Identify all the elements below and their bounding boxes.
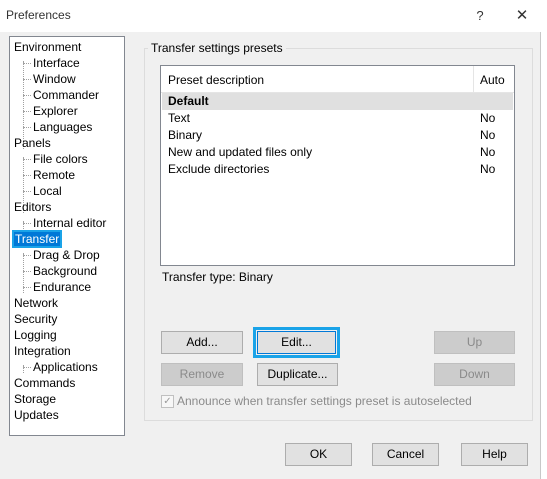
preset-row-new-updated[interactable]: New and updated files only No <box>162 144 513 161</box>
tree-item-applications[interactable]: Applications <box>10 359 98 375</box>
presets-list[interactable]: Preset description Auto Default Text No … <box>160 65 515 266</box>
tree-item-label: Drag & Drop <box>33 248 100 262</box>
cancel-button[interactable]: Cancel <box>372 443 439 466</box>
preset-description: Binary <box>168 128 203 142</box>
tree-item-updates[interactable]: Updates <box>10 407 59 423</box>
tree-item-label: Window <box>33 72 76 86</box>
tree-item-storage[interactable]: Storage <box>10 391 56 407</box>
tree-item-label: Security <box>14 312 58 326</box>
tree-item-window[interactable]: Window <box>10 71 76 87</box>
edit-button[interactable]: Edit... <box>253 327 340 358</box>
tree-item-security[interactable]: Security <box>10 311 57 327</box>
preset-row-default[interactable]: Default <box>162 93 513 110</box>
preset-auto: No <box>480 111 496 125</box>
tree-item-commander[interactable]: Commander <box>10 87 99 103</box>
tree-item-remote[interactable]: Remote <box>10 167 75 183</box>
tree-item-file-colors[interactable]: File colors <box>10 151 88 167</box>
down-button[interactable]: Down <box>434 363 515 386</box>
tree-item-endurance[interactable]: Endurance <box>10 279 91 295</box>
tree-item-label: Panels <box>14 136 51 150</box>
tree-item-label: Background <box>33 264 98 278</box>
tree-item-label: Commands <box>14 376 76 390</box>
preset-row-exclude-directories[interactable]: Exclude directories No <box>162 161 513 178</box>
presets-list-header: Preset description Auto <box>161 66 514 93</box>
tree-item-label: Languages <box>33 120 93 134</box>
tree-item-interface[interactable]: Interface <box>10 55 80 71</box>
close-icon[interactable]: ✕ <box>508 5 536 27</box>
announce-autoselect-checkbox[interactable]: ✓ <box>161 395 174 408</box>
tree-item-label: Local <box>33 184 62 198</box>
preset-description: Text <box>168 111 191 125</box>
preset-auto: No <box>480 162 496 176</box>
tree-item-label: Editors <box>14 200 52 214</box>
tree-item-label: Interface <box>33 56 80 70</box>
transfer-type-label: Transfer type: Binary <box>162 270 273 284</box>
tree-item-local[interactable]: Local <box>10 183 62 199</box>
tree-item-label: Updates <box>14 408 59 422</box>
tree-item-label: Logging <box>14 328 57 342</box>
preset-auto: No <box>480 128 496 142</box>
window-edge <box>540 32 547 479</box>
tree-item-label: Remote <box>33 168 76 182</box>
tree-item-panels[interactable]: Panels <box>10 135 51 151</box>
tree-item-label: Integration <box>14 344 71 358</box>
preset-description: Exclude directories <box>168 162 270 176</box>
title-bar: Preferences ? ✕ <box>0 0 547 32</box>
tree-item-transfer[interactable]: Transfer <box>10 230 63 248</box>
tree-item-label: File colors <box>33 152 88 166</box>
preset-row-binary[interactable]: Binary No <box>162 127 513 144</box>
tree-item-label: Explorer <box>33 104 78 118</box>
tree-item-integration[interactable]: Integration <box>10 343 71 359</box>
tree-item-label: Internal editor <box>33 216 107 230</box>
column-header-auto[interactable]: Auto <box>480 73 505 87</box>
ok-button[interactable]: OK <box>285 443 352 466</box>
tree-item-drag-drop[interactable]: Drag & Drop <box>10 247 100 263</box>
tree-item-label: Network <box>14 296 59 310</box>
tree-item-label: Transfer <box>11 230 63 248</box>
tree-item-label: Environment <box>14 40 82 54</box>
presets-group-title: Transfer settings presets <box>148 41 286 55</box>
remove-button[interactable]: Remove <box>161 363 243 386</box>
tree-item-editors[interactable]: Editors <box>10 199 51 215</box>
tree-item-label: Commander <box>33 88 100 102</box>
tree-item-label: Applications <box>33 360 98 374</box>
preset-description: Default <box>168 94 209 108</box>
tree-item-background[interactable]: Background <box>10 263 97 279</box>
tree-item-environment[interactable]: Environment <box>10 39 81 55</box>
help-button[interactable]: Help <box>461 443 528 466</box>
window-title: Preferences <box>6 8 71 22</box>
preset-row-text[interactable]: Text No <box>162 110 513 127</box>
tree-item-explorer[interactable]: Explorer <box>10 103 78 119</box>
tree-item-network[interactable]: Network <box>10 295 58 311</box>
tree-item-label: Storage <box>14 392 57 406</box>
up-button[interactable]: Up <box>434 331 515 354</box>
help-icon[interactable]: ? <box>470 6 490 26</box>
preset-description: New and updated files only <box>168 145 313 159</box>
tree-item-commands[interactable]: Commands <box>10 375 75 391</box>
announce-autoselect-label: Announce when transfer settings preset i… <box>177 394 472 408</box>
column-separator[interactable] <box>473 66 474 92</box>
preset-auto: No <box>480 145 496 159</box>
preferences-tree[interactable]: Environment Interface Window Commander E… <box>9 36 125 436</box>
tree-item-logging[interactable]: Logging <box>10 327 57 343</box>
add-button[interactable]: Add... <box>161 331 243 354</box>
tree-item-languages[interactable]: Languages <box>10 119 92 135</box>
tree-item-internal-editor[interactable]: Internal editor <box>10 215 106 231</box>
duplicate-button[interactable]: Duplicate... <box>257 363 338 386</box>
column-header-description[interactable]: Preset description <box>168 73 264 87</box>
tree-item-label: Endurance <box>33 280 92 294</box>
